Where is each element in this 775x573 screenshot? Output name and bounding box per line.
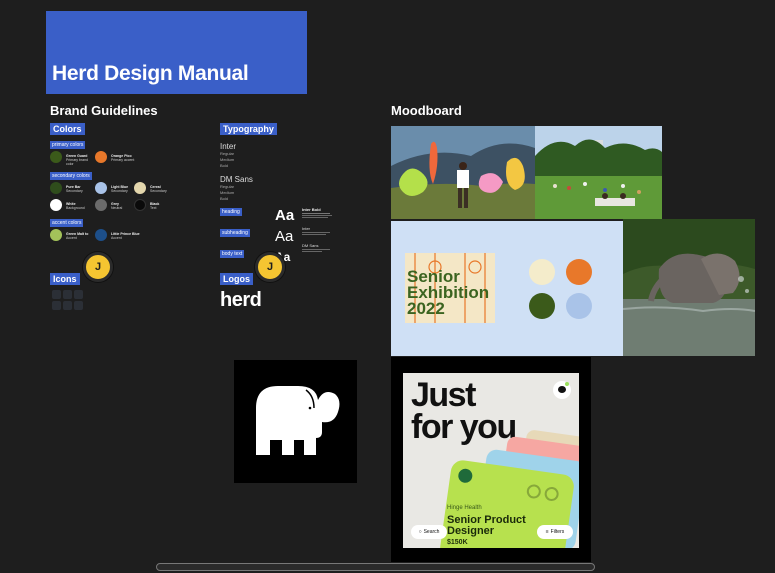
palette-dot <box>529 293 555 319</box>
icon-placeholder <box>74 301 83 310</box>
spec-line <box>302 213 330 214</box>
body-text-tag: body text <box>220 250 245 258</box>
moodboard-image-elephants[interactable] <box>623 219 755 356</box>
swatch-label: Light Blue Secondary <box>111 185 129 193</box>
header-card[interactable]: Herd Design Manual <box>46 11 307 94</box>
elephant-logo-icon <box>256 386 340 455</box>
color-swatch[interactable] <box>50 182 62 194</box>
font-inter-block: Inter Regular Medium Bold <box>220 142 270 169</box>
search-button-label: Search <box>423 529 440 535</box>
font-name: Inter <box>220 142 237 151</box>
font-name: DM Sans <box>220 175 253 184</box>
icons-tag[interactable]: Icons <box>50 273 80 285</box>
park-scene-image <box>535 126 662 219</box>
colors-tag[interactable]: Colors <box>50 123 85 135</box>
icon-placeholder <box>52 290 61 299</box>
font-weight-label: Bold <box>220 163 229 168</box>
search-icon: ○ <box>418 529 422 535</box>
spec-title: Inter <box>302 226 311 231</box>
swatch-label: Little Prince Blue Accent <box>111 232 140 240</box>
color-swatch[interactable] <box>95 182 107 194</box>
salary: $150K <box>447 539 468 546</box>
collaborator-avatar[interactable]: J <box>83 252 113 282</box>
brand-guidelines-title: Brand Guidelines <box>50 103 158 118</box>
color-swatch[interactable] <box>95 229 107 241</box>
subheading-tag: subheading <box>220 229 250 237</box>
jobs-app-screen[interactable]: Just for you Hinge Health Senior Product… <box>403 373 579 548</box>
icon-placeholder <box>63 301 72 310</box>
herd-wordmark: herd <box>220 289 262 311</box>
icon-placeholder <box>63 290 72 299</box>
heading-sample: Aa <box>275 207 295 224</box>
color-swatch[interactable] <box>50 199 62 211</box>
secondary-colors-label: secondary colors <box>50 172 92 180</box>
heading-tag: heading <box>220 208 242 216</box>
company-name: Hinge Health <box>447 505 482 511</box>
ring-icon <box>525 483 542 500</box>
palette-dot <box>529 259 555 285</box>
exhibition-line-3: 2022 <box>407 299 445 318</box>
for-you-heading: for you <box>411 408 517 446</box>
swatch-label: Pure Bar Secondary <box>66 185 83 193</box>
search-button[interactable]: ○ Search <box>411 525 447 539</box>
just-heading: Just <box>411 376 476 414</box>
moodboard-title: Moodboard <box>391 103 462 118</box>
horizontal-scrollbar[interactable] <box>156 563 595 571</box>
spec-line <box>302 234 326 235</box>
color-swatch[interactable] <box>134 199 146 211</box>
palette-dot <box>566 259 592 285</box>
typography-tag[interactable]: Typography <box>220 123 277 135</box>
accent-colors-label: accent colors <box>50 219 84 227</box>
font-weight-label: Bold <box>220 196 229 201</box>
font-dmsans-block: DM Sans Regular Medium Bold <box>220 175 270 202</box>
ring-icon <box>543 486 560 502</box>
filters-icon: ≡ <box>545 529 549 535</box>
swatch-label: Cereal Secondary <box>150 185 167 193</box>
filters-button[interactable]: ≡ Filters <box>537 525 573 539</box>
spec-line <box>302 251 322 252</box>
chat-icon[interactable] <box>553 381 571 399</box>
collaborator-avatar[interactable]: J <box>255 252 285 282</box>
elephant-logo-frame[interactable] <box>234 360 357 483</box>
spec-line <box>302 249 330 250</box>
color-swatch[interactable] <box>134 182 146 194</box>
role-title-line-2: Designer <box>447 525 495 537</box>
moodboard-image-person[interactable] <box>391 126 535 219</box>
swatch-label: Green Malt to Accent <box>66 232 89 240</box>
filters-button-label: Filters <box>550 529 565 535</box>
spec-title: Inter Bold <box>302 207 321 212</box>
color-swatch[interactable] <box>95 199 107 211</box>
palette-dot <box>566 293 592 319</box>
design-canvas[interactable]: Herd Design Manual Brand Guidelines Colo… <box>0 0 775 573</box>
manual-title: Herd Design Manual <box>52 62 249 85</box>
swatch-label: Green Guard Primary brand color <box>66 154 88 166</box>
senior-exhibition-card[interactable]: Senior Exhibition 2022 <box>391 221 623 356</box>
spec-line <box>302 215 332 216</box>
spec-title: DM Sans <box>302 243 319 248</box>
primary-colors-label: primary colors <box>50 141 86 149</box>
spec-line <box>302 217 328 218</box>
exhibition-poster: Senior Exhibition 2022 <box>405 253 495 323</box>
swatch-label: Orange Pico Primary accent <box>111 154 135 162</box>
subheading-sample: Aa <box>275 228 294 245</box>
logos-tag[interactable]: Logos <box>220 273 253 285</box>
icon-placeholder <box>74 290 83 299</box>
color-swatch[interactable] <box>50 229 62 241</box>
spec-line <box>302 232 330 233</box>
icons-grid <box>52 290 84 318</box>
company-logo-icon <box>457 467 474 484</box>
type-specs: Inter Bold Inter DM Sans <box>302 207 336 253</box>
person-scene-image <box>391 126 535 219</box>
icon-placeholder <box>52 301 61 310</box>
swatch-label: Grey Neutral <box>111 202 123 210</box>
swatch-label: Black Text <box>150 202 160 210</box>
jobs-app-frame[interactable]: Just for you Hinge Health Senior Product… <box>391 357 591 562</box>
color-swatch[interactable] <box>50 151 62 163</box>
swatch-label: White Background <box>66 202 85 210</box>
color-swatch[interactable] <box>95 151 107 163</box>
elephants-photo-image <box>623 219 755 356</box>
moodboard-image-park[interactable] <box>535 126 662 219</box>
